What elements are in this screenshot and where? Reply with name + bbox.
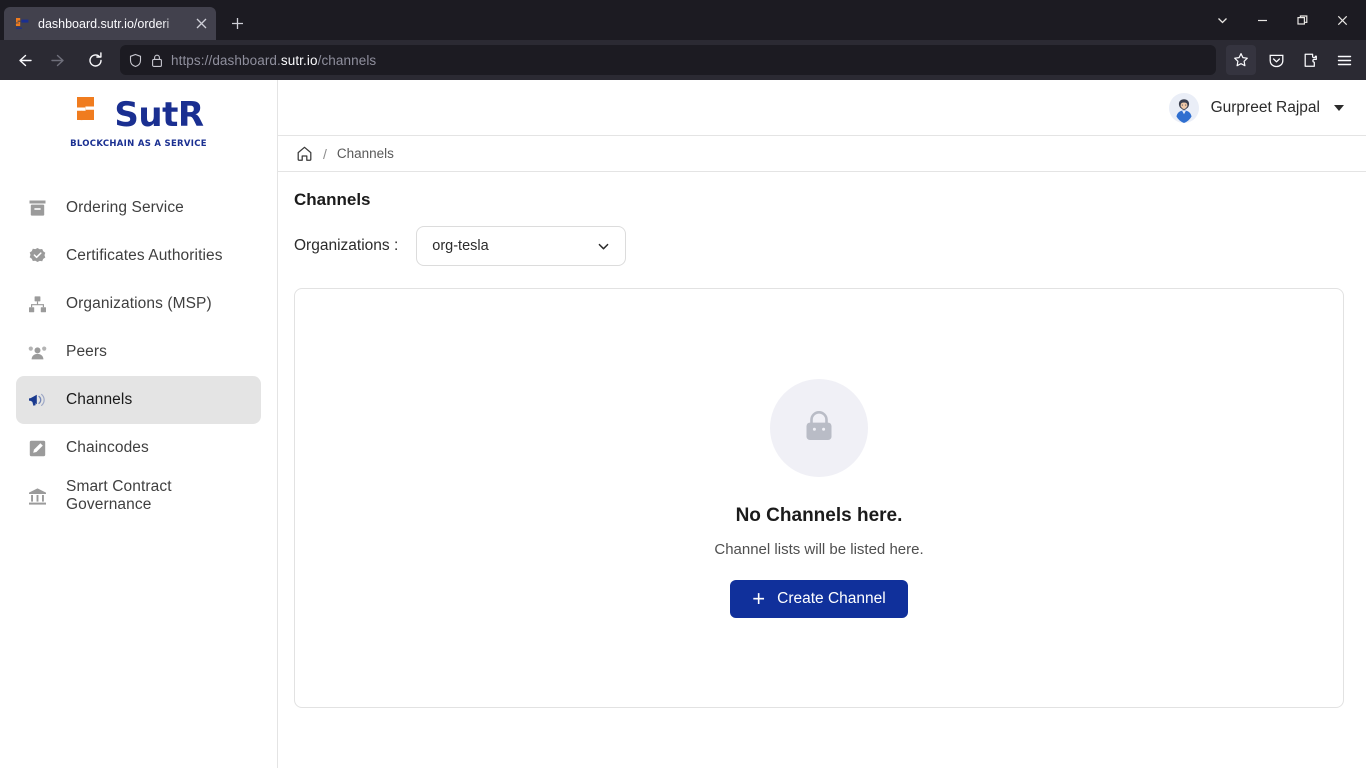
main-area: Gurpreet Rajpal / Channels Channels Orga… [278, 80, 1366, 768]
sidebar-item-label: Peers [66, 343, 107, 360]
bookmark-star-icon[interactable] [1226, 45, 1256, 75]
megaphone-icon [22, 391, 52, 410]
organization-select[interactable]: org-tesla [416, 226, 627, 266]
create-channel-button[interactable]: + Create Channel [730, 579, 908, 618]
tab-title: dashboard.sutr.io/orderi [38, 16, 170, 31]
page-title: Channels [294, 190, 371, 209]
verified-badge-icon [22, 247, 52, 266]
content-area: Channels Organizations : org-tesla No Ch… [278, 172, 1366, 768]
user-name: Gurpreet Rajpal [1210, 98, 1320, 116]
maximize-icon[interactable] [1282, 4, 1322, 36]
reload-icon[interactable] [78, 44, 112, 76]
app-logo[interactable]: SutR BLOCKCHAIN AS A SERVICE [0, 80, 277, 150]
home-icon[interactable] [296, 145, 313, 162]
forward-arrow-icon[interactable] [42, 44, 76, 76]
new-tab-button[interactable] [222, 8, 252, 38]
sidebar-item-certificates-authorities[interactable]: Certificates Authorities [16, 232, 261, 280]
plus-icon: + [752, 585, 766, 611]
hamburger-menu-icon[interactable] [1328, 44, 1360, 76]
empty-state-title: No Channels here. [735, 504, 903, 526]
extensions-icon[interactable] [1294, 44, 1326, 76]
breadcrumb: / Channels [278, 136, 1366, 172]
browser-tab[interactable]: dashboard.sutr.io/orderi [4, 7, 216, 40]
app-logo-tagline: BLOCKCHAIN AS A SERVICE [70, 138, 207, 149]
shield-icon[interactable] [128, 53, 143, 68]
sutr-logo-favicon-icon [14, 16, 30, 32]
sidebar-item-label: Organizations (MSP) [66, 295, 212, 312]
close-icon[interactable] [1322, 4, 1362, 36]
app-logo-text: SutR [114, 94, 204, 135]
chaincode-tag-icon [22, 439, 52, 458]
sidebar-item-organizations-msp[interactable]: Organizations (MSP) [16, 280, 261, 328]
create-channel-button-label: Create Channel [777, 589, 886, 607]
breadcrumb-separator: / [323, 145, 327, 162]
sidebar-item-chaincodes[interactable]: Chaincodes [16, 424, 261, 472]
tab-list-chevron-down-icon[interactable] [1202, 4, 1242, 36]
sitemap-icon [22, 295, 52, 314]
sidebar-item-label: Smart Contract Governance [66, 478, 172, 513]
shopping-bag-icon [796, 405, 842, 451]
lock-icon[interactable] [150, 53, 164, 68]
sutr-mark-icon [73, 96, 107, 134]
sidebar-item-label: Channels [66, 391, 133, 408]
minimize-icon[interactable] [1242, 4, 1282, 36]
organizations-label: Organizations : [294, 237, 399, 254]
archive-box-icon [22, 199, 52, 218]
top-bar: Gurpreet Rajpal [278, 80, 1366, 136]
sidebar-item-channels[interactable]: Channels [16, 376, 261, 424]
chevron-down-icon [596, 239, 611, 254]
empty-state: No Channels here. Channel lists will be … [714, 378, 924, 618]
breadcrumb-current[interactable]: Channels [337, 146, 394, 161]
page-viewport: SutR BLOCKCHAIN AS A SERVICE Ordering Se… [0, 80, 1366, 768]
tab-strip: dashboard.sutr.io/orderi [0, 0, 1366, 40]
avatar [1168, 92, 1199, 123]
sidebar-item-ordering-service[interactable]: Ordering Service [16, 184, 261, 232]
organizations-filter-row: Organizations : org-tesla [294, 226, 1344, 266]
caret-down-icon[interactable] [1334, 104, 1344, 111]
sidebar-item-smart-contract-governance[interactable]: Smart Contract Governance [16, 472, 261, 520]
sidebar-item-label: Certificates Authorities [66, 247, 223, 264]
url-text: https://dashboard.sutr.io/channels [171, 52, 377, 68]
sidebar-item-label: Chaincodes [66, 439, 149, 456]
back-arrow-icon[interactable] [6, 44, 40, 76]
pocket-icon[interactable] [1260, 44, 1292, 76]
window-controls [1202, 4, 1362, 36]
browser-navigation-bar: https://dashboard.sutr.io/channels [0, 40, 1366, 80]
channels-card: No Channels here. Channel lists will be … [294, 288, 1344, 708]
bank-icon [22, 487, 52, 506]
sidebar: SutR BLOCKCHAIN AS A SERVICE Ordering Se… [0, 80, 278, 768]
empty-state-illustration [770, 378, 868, 477]
user-menu[interactable]: Gurpreet Rajpal [1168, 92, 1344, 123]
empty-state-subtitle: Channel lists will be listed here. [714, 540, 924, 558]
browser-window: dashboard.sutr.io/orderi https://dashboa… [0, 0, 1366, 768]
sidebar-item-label: Ordering Service [66, 199, 184, 216]
url-bar[interactable]: https://dashboard.sutr.io/channels [120, 45, 1216, 75]
peers-icon [22, 343, 52, 362]
tab-close-icon[interactable] [192, 15, 210, 33]
sidebar-item-peers[interactable]: Peers [16, 328, 261, 376]
organization-select-value: org-tesla [432, 238, 489, 254]
sidebar-nav: Ordering Service Certificates Authoritie… [0, 184, 277, 520]
